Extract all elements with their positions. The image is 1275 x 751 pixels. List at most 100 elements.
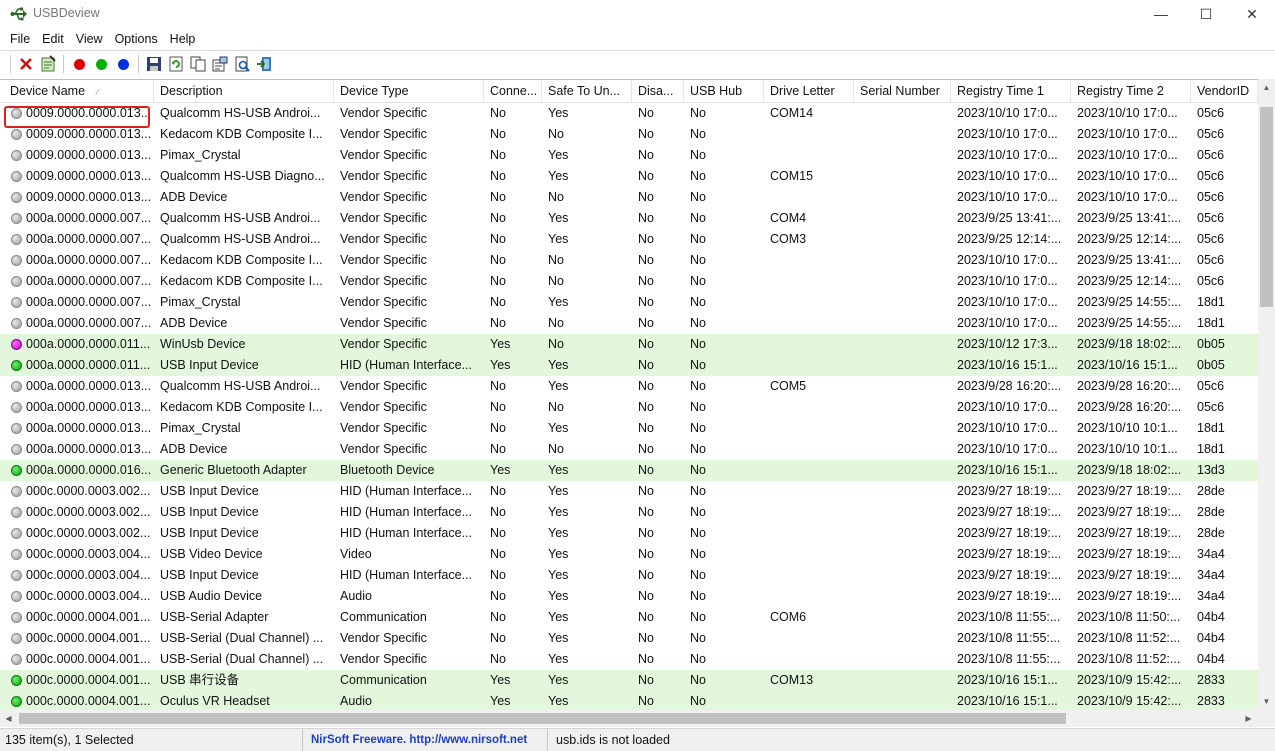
table-row[interactable]: 0009.0000.0000.013... ADB Device Vendor Sp…	[0, 187, 1258, 208]
table-row[interactable]: 000c.0000.0003.004... USB Input Device HID…	[0, 565, 1258, 586]
exit-icon[interactable]	[253, 53, 275, 75]
table-row[interactable]: 000c.0000.0004.001... USB-Serial (Dual Ch…	[0, 649, 1258, 670]
maximize-button[interactable]: ☐	[1183, 0, 1229, 28]
save-icon[interactable]	[143, 53, 165, 75]
cell-drive-letter	[764, 691, 854, 710]
delete-icon[interactable]	[15, 53, 37, 75]
cell-drive-letter	[764, 334, 854, 355]
table-row[interactable]: 000a.0000.0000.007... Qualcomm HS-USB And…	[0, 229, 1258, 250]
table-row[interactable]: 000a.0000.0000.016... Generic Bluetooth A…	[0, 460, 1258, 481]
table-row[interactable]: 000a.0000.0000.007... Kedacom KDB Composi…	[0, 271, 1258, 292]
table-row[interactable]: 000c.0000.0004.001... USB-Serial Adapter C…	[0, 607, 1258, 628]
column-header-device-name[interactable]: Device Name ⁄	[4, 80, 154, 103]
vertical-scroll-thumb[interactable]	[1260, 107, 1273, 307]
cell-registry-time-2: 2023/10/10 17:0...	[1077, 106, 1178, 120]
cell-description: Qualcomm HS-USB Androi...	[160, 106, 321, 120]
table-row[interactable]: 000a.0000.0000.007... Pimax_Crystal Vendor…	[0, 292, 1258, 313]
cell-device-name: 000a.0000.0000.007...	[26, 295, 152, 309]
column-header-description[interactable]: Description	[154, 80, 334, 103]
cell-connected: No	[490, 253, 506, 267]
table-row[interactable]: 000c.0000.0003.004... USB Video Device Vid…	[0, 544, 1258, 565]
cell-registry-time-1: 2023/9/25 13:41:...	[957, 211, 1062, 225]
connect-icon[interactable]	[90, 53, 112, 75]
table-row[interactable]: 0009.0000.0000.013... Qualcomm HS-USB Dia…	[0, 166, 1258, 187]
menu-view[interactable]: View	[70, 32, 109, 46]
column-header-connected[interactable]: Conne...	[484, 80, 542, 103]
table-row[interactable]: 0009.0000.0000.013... Pimax_Crystal Vendor…	[0, 145, 1258, 166]
cell-disabled: No	[638, 652, 654, 666]
cell-serial-number	[854, 229, 951, 250]
cell-description: ADB Device	[160, 442, 228, 456]
table-row[interactable]: 000c.0000.0003.002... USB Input Device HID…	[0, 481, 1258, 502]
cell-disabled: No	[638, 631, 654, 645]
cell-drive-letter	[764, 649, 854, 670]
column-header-serial-number[interactable]: Serial Number	[854, 80, 951, 103]
cell-device-type: Vendor Specific	[340, 253, 427, 267]
cell-vendor-id: 04b4	[1197, 652, 1225, 666]
copy-icon[interactable]	[187, 53, 209, 75]
uninstall-icon[interactable]	[37, 53, 59, 75]
menu-options[interactable]: Options	[109, 32, 164, 46]
cell-disabled: No	[638, 442, 654, 456]
scroll-down-icon[interactable]: ▼	[1258, 693, 1275, 710]
column-header-registry-time-1[interactable]: Registry Time 1	[951, 80, 1071, 103]
scroll-up-icon[interactable]: ▲	[1258, 79, 1275, 96]
table-row[interactable]: 0009.0000.0000.013... Kedacom KDB Composi…	[0, 124, 1258, 145]
table-row[interactable]: 000c.0000.0004.001... USB-Serial (Dual Ch…	[0, 628, 1258, 649]
cell-vendor-id: 05c6	[1197, 274, 1225, 288]
cell-drive-letter	[764, 418, 854, 439]
column-header-usb-hub[interactable]: USB Hub	[684, 80, 764, 103]
table-row[interactable]: 000a.0000.0000.007... Kedacom KDB Composi…	[0, 250, 1258, 271]
cell-registry-time-1: 2023/10/10 17:0...	[957, 169, 1058, 183]
table-row[interactable]: 000a.0000.0000.011... USB Input Device HID…	[0, 355, 1258, 376]
cell-disabled: No	[638, 232, 654, 246]
table-row[interactable]: 000a.0000.0000.011... WinUsb Device Vendor…	[0, 334, 1258, 355]
cell-device-name: 0009.0000.0000.013...	[26, 169, 152, 183]
scroll-right-icon[interactable]: ▶	[1240, 710, 1257, 727]
nirsoft-link[interactable]: NirSoft Freeware. http://www.nirsoft.net	[303, 729, 548, 751]
cell-serial-number	[854, 208, 951, 229]
cell-registry-time-1: 2023/10/10 17:0...	[957, 253, 1058, 267]
column-header-disabled[interactable]: Disa...	[632, 80, 684, 103]
column-header-drive-letter[interactable]: Drive Letter	[764, 80, 854, 103]
cell-connected: No	[490, 379, 506, 393]
vertical-scrollbar[interactable]: ▲ ▼	[1258, 79, 1275, 710]
table-row[interactable]: 000c.0000.0003.004... USB Audio Device Aud…	[0, 586, 1258, 607]
table-row[interactable]: 000a.0000.0000.007... Qualcomm HS-USB And…	[0, 208, 1258, 229]
menu-help[interactable]: Help	[164, 32, 202, 46]
table-row[interactable]: 0009.0000.0000.013... Qualcomm HS-USB And…	[0, 103, 1258, 124]
column-header-device-type[interactable]: Device Type	[334, 80, 484, 103]
device-list[interactable]: Device Name ⁄ Description Device Type Conne.…	[0, 79, 1258, 710]
close-button[interactable]: ✕	[1229, 0, 1275, 28]
table-row[interactable]: 000c.0000.0004.001... Oculus VR Headset Au…	[0, 691, 1258, 710]
cell-description: USB-Serial (Dual Channel) ...	[160, 631, 324, 645]
refresh-icon[interactable]	[165, 53, 187, 75]
menu-edit[interactable]: Edit	[36, 32, 70, 46]
column-header-vendor-id[interactable]: VendorID	[1191, 80, 1258, 103]
disconnect-icon[interactable]	[68, 53, 90, 75]
table-row[interactable]: 000a.0000.0000.013... Qualcomm HS-USB And…	[0, 376, 1258, 397]
menu-file[interactable]: File	[4, 32, 36, 46]
properties-icon[interactable]	[209, 53, 231, 75]
html-report-icon[interactable]	[231, 53, 253, 75]
cell-connected: No	[490, 127, 506, 141]
cell-device-name: 000c.0000.0003.002...	[26, 484, 151, 498]
column-header-safe-to-unplug[interactable]: Safe To Un...	[542, 80, 632, 103]
column-header-registry-time-2[interactable]: Registry Time 2	[1071, 80, 1191, 103]
table-row[interactable]: 000a.0000.0000.007... ADB Device Vendor Sp…	[0, 313, 1258, 334]
table-row[interactable]: 000a.0000.0000.013... Kedacom KDB Composi…	[0, 397, 1258, 418]
cell-usb-hub: No	[690, 505, 706, 519]
column-header-label: Serial Number	[860, 84, 940, 98]
cell-usb-hub: No	[690, 358, 706, 372]
cell-disabled: No	[638, 190, 654, 204]
horizontal-scroll-thumb[interactable]	[19, 713, 1066, 724]
table-row[interactable]: 000a.0000.0000.013... ADB Device Vendor Sp…	[0, 439, 1258, 460]
table-row[interactable]: 000c.0000.0003.002... USB Input Device HID…	[0, 523, 1258, 544]
minimize-button[interactable]: —	[1138, 0, 1184, 28]
horizontal-scrollbar[interactable]: ◀ ▶	[0, 710, 1258, 727]
table-row[interactable]: 000c.0000.0003.002... USB Input Device HID…	[0, 502, 1258, 523]
scroll-left-icon[interactable]: ◀	[0, 710, 17, 727]
reconnect-icon[interactable]	[112, 53, 134, 75]
table-row[interactable]: 000c.0000.0004.001... USB 串行设备 Communicati…	[0, 670, 1258, 691]
table-row[interactable]: 000a.0000.0000.013... Pimax_Crystal Vendor…	[0, 418, 1258, 439]
